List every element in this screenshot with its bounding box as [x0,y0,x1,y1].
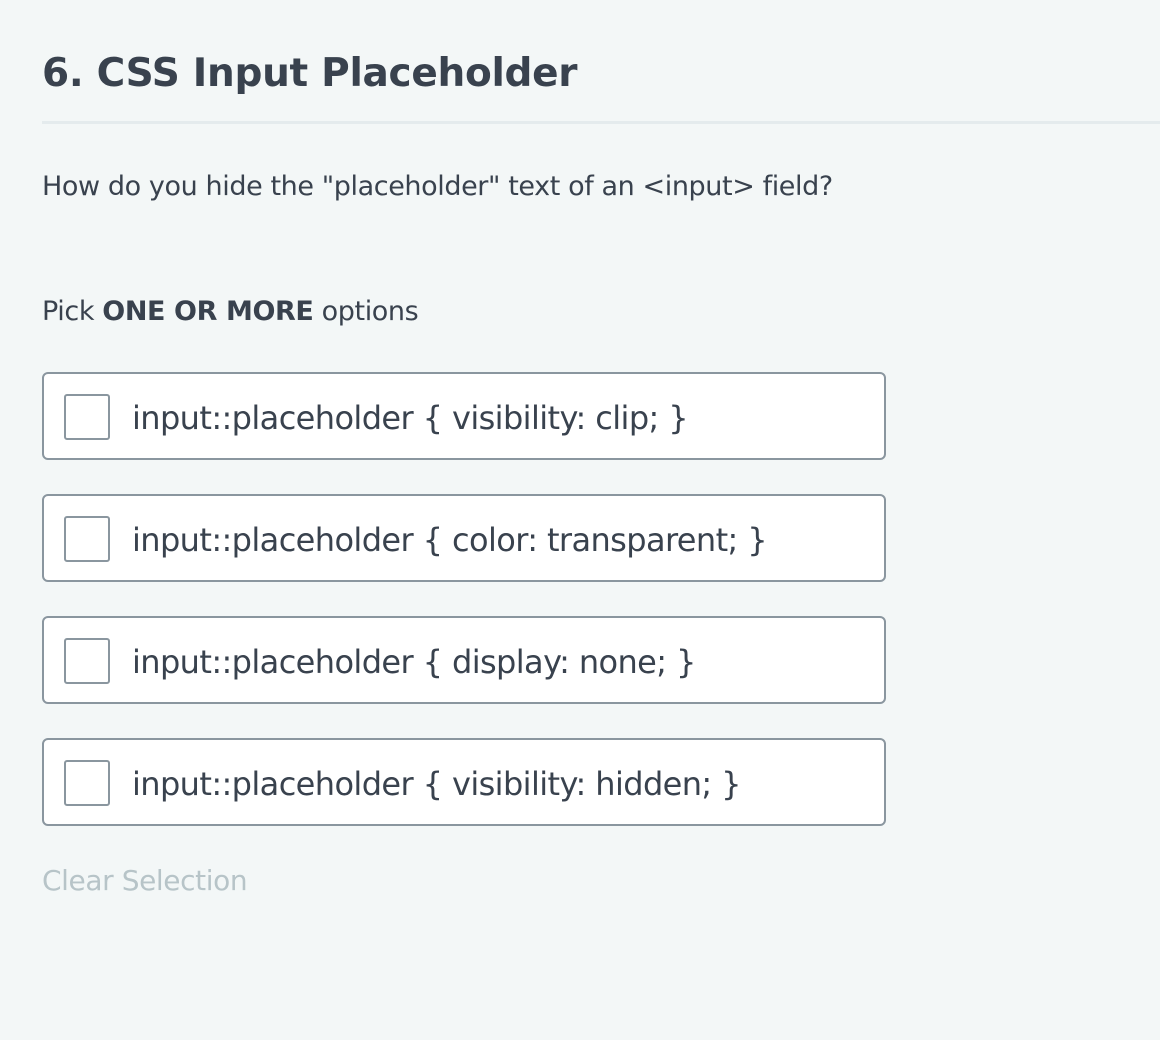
option-1-label: input::placeholder { visibility: clip; } [132,399,689,437]
option-3[interactable]: input::placeholder { display: none; } [42,616,886,704]
title-divider [42,121,1160,124]
question-text: How do you hide the "placeholder" text o… [42,171,833,202]
option-2-checkbox[interactable] [64,516,110,562]
option-3-label: input::placeholder { display: none; } [132,643,696,681]
pick-instruction-prefix: Pick [42,296,103,327]
pick-instruction: Pick ONE OR MORE options [42,294,419,330]
option-4-label: input::placeholder { visibility: hidden;… [132,765,742,803]
pick-instruction-emphasis: ONE OR MORE [102,296,314,327]
option-2-label: input::placeholder { color: transparent;… [132,521,768,559]
pick-instruction-suffix: options [313,296,419,327]
option-2[interactable]: input::placeholder { color: transparent;… [42,494,886,582]
option-1[interactable]: input::placeholder { visibility: clip; } [42,372,886,460]
option-3-checkbox[interactable] [64,638,110,684]
option-4[interactable]: input::placeholder { visibility: hidden;… [42,738,886,826]
clear-selection-link[interactable]: Clear Selection [42,863,248,899]
question-title: 6. CSS Input Placeholder [42,51,578,96]
option-4-checkbox[interactable] [64,760,110,806]
mcq-question-page: 6. CSS Input Placeholder How do you hide… [0,0,1160,1040]
option-1-checkbox[interactable] [64,394,110,440]
